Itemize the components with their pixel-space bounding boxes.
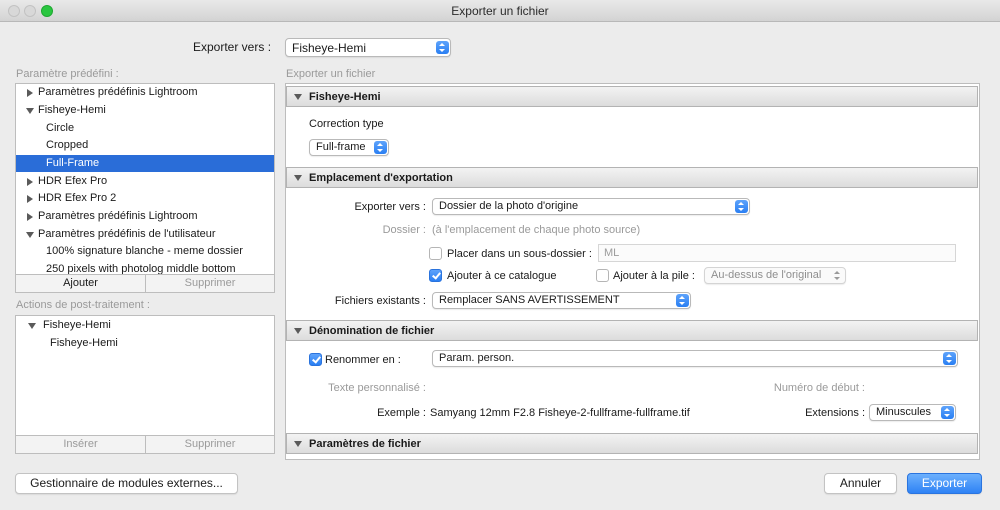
disclosure-right-icon[interactable]: [27, 178, 33, 186]
preset-full-frame[interactable]: Full-Frame: [16, 155, 274, 172]
export-to-select[interactable]: Fisheye-Hemi: [285, 38, 451, 57]
remove-action-button[interactable]: Supprimer: [146, 436, 274, 453]
disclosure-right-icon[interactable]: [27, 195, 33, 203]
file-settings-section-header[interactable]: Paramètres de fichier: [286, 433, 978, 454]
custom-text-label: Texte personnalisé :: [328, 382, 426, 394]
example-label: Exemple :: [377, 407, 426, 419]
existing-files-label: Fichiers existants :: [334, 295, 426, 307]
add-to-catalog-label: Ajouter à ce catalogue: [447, 270, 557, 282]
remove-preset-button[interactable]: Supprimer: [146, 275, 274, 292]
rename-template-select[interactable]: Param. person.: [432, 350, 958, 367]
rename-checkbox[interactable]: [309, 353, 322, 366]
disclosure-down-icon[interactable]: [294, 328, 302, 334]
location-export-to-label: Exporter vers :: [354, 201, 426, 213]
plugin-manager-button[interactable]: Gestionnaire de modules externes...: [15, 473, 238, 494]
preset-signature-blanche[interactable]: 100% signature blanche - meme dossier: [16, 243, 274, 260]
disclosure-down-icon[interactable]: [26, 108, 34, 114]
window-title: Exporter un fichier: [451, 4, 549, 18]
add-to-catalog-checkbox[interactable]: [429, 269, 442, 282]
add-preset-button[interactable]: Ajouter: [16, 275, 146, 292]
subfolder-label: Placer dans un sous-dossier :: [447, 248, 592, 260]
correction-type-select[interactable]: Full-frame: [309, 139, 389, 156]
export-to-label: Exporter vers :: [193, 40, 272, 54]
subfolder-checkbox[interactable]: [429, 247, 442, 260]
existing-files-select[interactable]: Remplacer SANS AVERTISSEMENT: [432, 292, 691, 309]
fisheye-section-header[interactable]: Fisheye-Hemi: [286, 86, 978, 107]
post-action-group-fisheye[interactable]: Fisheye-Hemi: [16, 317, 274, 334]
post-actions-list[interactable]: Fisheye-Hemi Fisheye-Hemi: [15, 315, 275, 436]
title-bar: Exporter un fichier: [0, 0, 1000, 22]
preset-group-user[interactable]: Paramètres prédéfinis de l'utilisateur: [16, 226, 274, 243]
folder-value: (à l'emplacement de chaque photo source): [432, 224, 641, 236]
disclosure-down-icon[interactable]: [294, 175, 302, 181]
export-location-section-header[interactable]: Emplacement d'exportation: [286, 167, 978, 188]
add-to-stack-label: Ajouter à la pile :: [613, 270, 695, 282]
disclosure-right-icon[interactable]: [27, 89, 33, 97]
location-export-to-select[interactable]: Dossier de la photo d'origine: [432, 198, 750, 215]
file-naming-section-header[interactable]: Dénomination de fichier: [286, 320, 978, 341]
disclosure-down-icon[interactable]: [294, 441, 302, 447]
example-filename: Samyang 12mm F2.8 Fisheye-2-fullframe-fu…: [430, 407, 690, 419]
cancel-button[interactable]: Annuler: [824, 473, 897, 494]
preset-group-fisheye-hemi[interactable]: Fisheye-Hemi: [16, 102, 274, 119]
subfolder-input[interactable]: ML: [598, 244, 956, 262]
select-arrows-icon: [436, 41, 449, 54]
preset-cropped[interactable]: Cropped: [16, 137, 274, 154]
presets-section-label: Paramètre prédéfini :: [16, 68, 119, 80]
add-to-stack-checkbox[interactable]: [596, 269, 609, 282]
extensions-select[interactable]: Minuscules: [869, 404, 956, 421]
start-number-label: Numéro de début :: [773, 382, 865, 394]
post-actions-section-label: Actions de post-traitement :: [16, 299, 150, 311]
select-arrows-icon: [941, 406, 954, 419]
correction-type-label: Correction type: [309, 118, 384, 130]
extensions-label: Extensions :: [805, 407, 865, 419]
preset-circle[interactable]: Circle: [16, 120, 274, 137]
select-arrows-icon: [943, 352, 956, 365]
select-arrows-icon: [374, 141, 387, 154]
preset-group-lightroom[interactable]: Paramètres prédéfinis Lightroom: [16, 84, 274, 101]
breadcrumb: Exporter un fichier: [286, 68, 376, 80]
preset-group-hdr-efex-pro[interactable]: HDR Efex Pro: [16, 173, 274, 190]
export-button[interactable]: Exporter: [907, 473, 982, 494]
rename-label: Renommer en :: [325, 354, 401, 366]
disclosure-down-icon[interactable]: [28, 323, 36, 329]
stack-position-select[interactable]: Au-dessus de l'original: [704, 267, 846, 284]
preset-250-pixels[interactable]: 250 pixels with photolog middle bottom: [16, 261, 274, 274]
insert-action-button[interactable]: Insérer: [16, 436, 146, 453]
disclosure-down-icon[interactable]: [294, 94, 302, 100]
select-arrows-icon: [831, 269, 844, 282]
disclosure-right-icon[interactable]: [27, 213, 33, 221]
presets-list[interactable]: Paramètres prédéfinis Lightroom Fisheye-…: [15, 83, 275, 275]
select-arrows-icon: [735, 200, 748, 213]
preset-group-hdr-efex-pro-2[interactable]: HDR Efex Pro 2: [16, 190, 274, 207]
post-actions-button-bar: Insérer Supprimer: [15, 436, 275, 454]
folder-label: Dossier :: [382, 224, 426, 236]
select-arrows-icon: [676, 294, 689, 307]
presets-button-bar: Ajouter Supprimer: [15, 275, 275, 293]
disclosure-down-icon[interactable]: [26, 232, 34, 238]
post-action-fisheye-hemi[interactable]: Fisheye-Hemi: [16, 335, 274, 352]
preset-group-lightroom-2[interactable]: Paramètres prédéfinis Lightroom: [16, 208, 274, 225]
